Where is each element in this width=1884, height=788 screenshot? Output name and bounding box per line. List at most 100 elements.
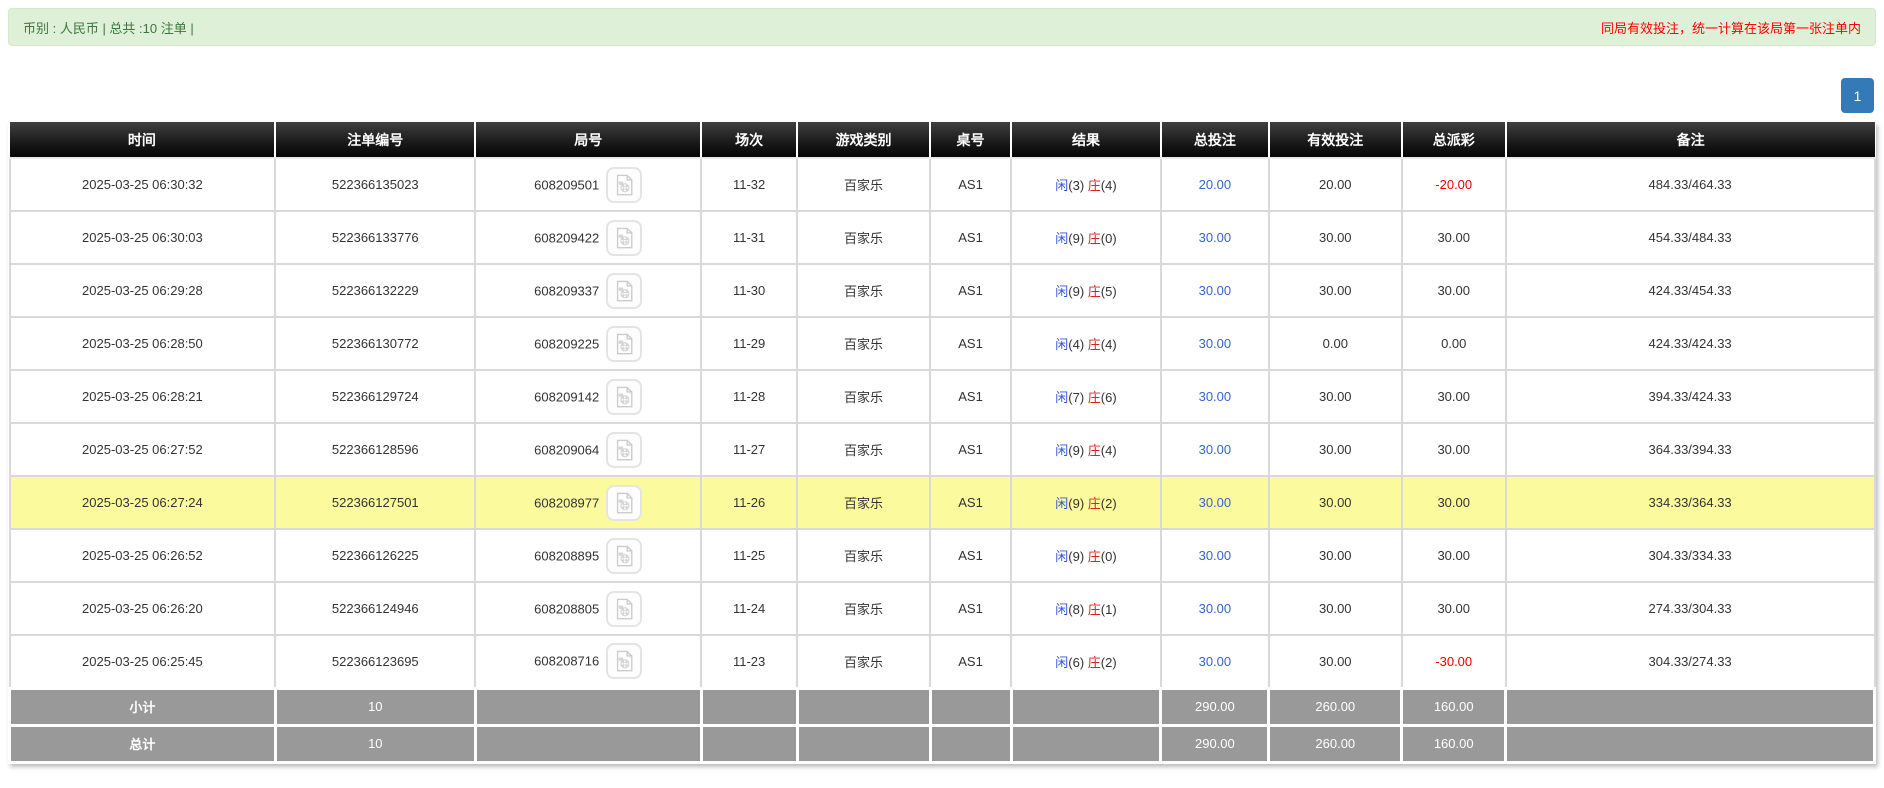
video-replay-icon bbox=[613, 333, 635, 355]
valid-bet-notice-text: 同局有效投注，统一计算在该局第一张注单内 bbox=[1601, 18, 1861, 37]
video-replay-button[interactable] bbox=[606, 220, 642, 256]
cell-result: 闲(9) 庄(0) bbox=[1011, 529, 1161, 582]
column-header-4: 游戏类别 bbox=[797, 122, 930, 158]
cell-session: 11-31 bbox=[701, 211, 797, 264]
cell-valid-bet: 30.00 bbox=[1269, 370, 1402, 423]
table-footer: 小计10290.00260.00160.00总计10290.00260.0016… bbox=[10, 688, 1875, 762]
footer-total-bet: 290.00 bbox=[1161, 688, 1269, 725]
cell-table-no: AS1 bbox=[930, 317, 1011, 370]
player-label: 闲 bbox=[1055, 655, 1068, 670]
header-row: 时间注单编号局号场次游戏类别桌号结果总投注有效投注总派彩备注 bbox=[10, 122, 1875, 158]
table-body: 2025-03-25 06:30:32522366135023608209501… bbox=[10, 158, 1875, 688]
footer-empty-remark bbox=[1506, 725, 1875, 762]
cell-bet-id: 522366129724 bbox=[275, 370, 475, 423]
cell-table-no: AS1 bbox=[930, 370, 1011, 423]
cell-bet-id: 522366127501 bbox=[275, 476, 475, 529]
total-bet-link[interactable]: 30.00 bbox=[1199, 442, 1232, 457]
pagination-page-1-button[interactable]: 1 bbox=[1841, 78, 1874, 113]
video-replay-icon bbox=[613, 598, 635, 620]
summary-bar: 币别 : 人民币 | 总共 :10 注单 | 同局有效投注，统一计算在该局第一张… bbox=[8, 8, 1876, 46]
footer-empty-result bbox=[1011, 688, 1161, 725]
cell-remark: 274.33/304.33 bbox=[1506, 582, 1875, 635]
cell-result: 闲(9) 庄(4) bbox=[1011, 423, 1161, 476]
video-replay-button[interactable] bbox=[606, 591, 642, 627]
cell-payout: 30.00 bbox=[1402, 264, 1506, 317]
cell-round-id: 608209225 bbox=[475, 317, 701, 370]
cell-total-bet: 30.00 bbox=[1161, 370, 1269, 423]
column-header-1: 注单编号 bbox=[275, 122, 475, 158]
player-label: 闲 bbox=[1055, 337, 1068, 352]
total-bet-link[interactable]: 30.00 bbox=[1199, 495, 1232, 510]
cell-bet-id: 522366124946 bbox=[275, 582, 475, 635]
video-replay-button[interactable] bbox=[606, 167, 642, 203]
video-replay-button[interactable] bbox=[606, 273, 642, 309]
total-bet-link[interactable]: 30.00 bbox=[1199, 654, 1232, 669]
player-label: 闲 bbox=[1055, 284, 1068, 299]
footer-payout: 160.00 bbox=[1402, 725, 1506, 762]
cell-bet-id: 522366133776 bbox=[275, 211, 475, 264]
video-replay-button[interactable] bbox=[606, 379, 642, 415]
video-replay-button[interactable] bbox=[606, 432, 642, 468]
cell-total-bet: 30.00 bbox=[1161, 582, 1269, 635]
cell-game-type: 百家乐 bbox=[797, 158, 930, 211]
cell-game-type: 百家乐 bbox=[797, 476, 930, 529]
banker-label: 庄 bbox=[1088, 443, 1101, 458]
cell-valid-bet: 30.00 bbox=[1269, 529, 1402, 582]
cell-session: 11-30 bbox=[701, 264, 797, 317]
video-replay-button[interactable] bbox=[606, 485, 642, 521]
cell-time: 2025-03-25 06:25:45 bbox=[10, 635, 276, 688]
footer-label: 小计 bbox=[10, 688, 276, 725]
cell-round-id: 608209501 bbox=[475, 158, 701, 211]
cell-table-no: AS1 bbox=[930, 158, 1011, 211]
video-replay-icon bbox=[613, 174, 635, 196]
cell-table-no: AS1 bbox=[930, 582, 1011, 635]
total-bet-link[interactable]: 30.00 bbox=[1199, 336, 1232, 351]
total-bet-link[interactable]: 30.00 bbox=[1199, 601, 1232, 616]
player-label: 闲 bbox=[1055, 496, 1068, 511]
cell-time: 2025-03-25 06:27:52 bbox=[10, 423, 276, 476]
banker-label: 庄 bbox=[1088, 655, 1101, 670]
cell-game-type: 百家乐 bbox=[797, 317, 930, 370]
cell-game-type: 百家乐 bbox=[797, 635, 930, 688]
player-label: 闲 bbox=[1055, 231, 1068, 246]
cell-payout: 30.00 bbox=[1402, 370, 1506, 423]
cell-payout: -30.00 bbox=[1402, 635, 1506, 688]
table-row: 2025-03-25 06:28:50522366130772608209225… bbox=[10, 317, 1875, 370]
cell-remark: 394.33/424.33 bbox=[1506, 370, 1875, 423]
total-bet-link[interactable]: 30.00 bbox=[1199, 548, 1232, 563]
cell-round-id: 608208716 bbox=[475, 635, 701, 688]
cell-session: 11-27 bbox=[701, 423, 797, 476]
video-replay-button[interactable] bbox=[606, 326, 642, 362]
banker-label: 庄 bbox=[1088, 337, 1101, 352]
total-bet-link[interactable]: 30.00 bbox=[1199, 283, 1232, 298]
cell-result: 闲(9) 庄(0) bbox=[1011, 211, 1161, 264]
video-replay-icon bbox=[613, 492, 635, 514]
footer-valid-bet: 260.00 bbox=[1269, 725, 1402, 762]
cell-table-no: AS1 bbox=[930, 423, 1011, 476]
cell-remark: 364.33/394.33 bbox=[1506, 423, 1875, 476]
total-bet-link[interactable]: 30.00 bbox=[1199, 389, 1232, 404]
cell-bet-id: 522366123695 bbox=[275, 635, 475, 688]
table-row: 2025-03-25 06:30:03522366133776608209422… bbox=[10, 211, 1875, 264]
round-number: 608208716 bbox=[534, 654, 599, 669]
cell-valid-bet: 0.00 bbox=[1269, 317, 1402, 370]
total-bet-link[interactable]: 20.00 bbox=[1199, 177, 1232, 192]
cell-time: 2025-03-25 06:28:50 bbox=[10, 317, 276, 370]
column-header-0: 时间 bbox=[10, 122, 276, 158]
cell-remark: 304.33/334.33 bbox=[1506, 529, 1875, 582]
footer-total-bet: 290.00 bbox=[1161, 725, 1269, 762]
cell-bet-id: 522366132229 bbox=[275, 264, 475, 317]
cell-payout: 30.00 bbox=[1402, 476, 1506, 529]
cell-session: 11-23 bbox=[701, 635, 797, 688]
cell-session: 11-29 bbox=[701, 317, 797, 370]
banker-label: 庄 bbox=[1088, 496, 1101, 511]
video-replay-button[interactable] bbox=[606, 538, 642, 574]
total-bet-link[interactable]: 30.00 bbox=[1199, 230, 1232, 245]
cell-result: 闲(4) 庄(4) bbox=[1011, 317, 1161, 370]
banker-label: 庄 bbox=[1088, 390, 1101, 405]
cell-time: 2025-03-25 06:28:21 bbox=[10, 370, 276, 423]
cell-round-id: 608208895 bbox=[475, 529, 701, 582]
cell-round-id: 608208977 bbox=[475, 476, 701, 529]
video-replay-button[interactable] bbox=[606, 643, 642, 679]
cell-remark: 454.33/484.33 bbox=[1506, 211, 1875, 264]
